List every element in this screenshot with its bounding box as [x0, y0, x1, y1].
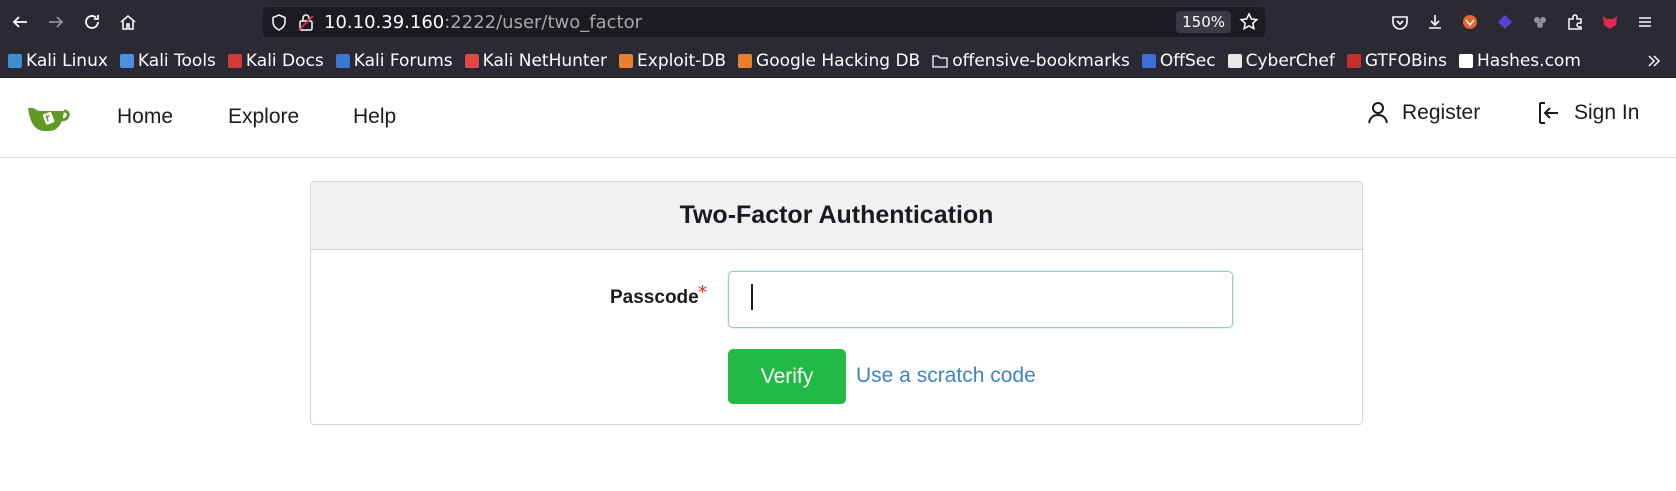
home-button[interactable]: [110, 4, 146, 40]
nav-home-link[interactable]: Home: [117, 105, 173, 129]
register-label: Register: [1402, 101, 1481, 124]
sign-in-label: Sign In: [1574, 101, 1640, 124]
required-asterisk: *: [698, 282, 707, 303]
fox-extension-icon: [1462, 15, 1477, 29]
bookmark-exploit-db[interactable]: Exploit-DB: [619, 51, 726, 71]
url-host: 10.10.39.160: [324, 12, 445, 33]
pocket-button[interactable]: [1382, 4, 1417, 40]
reload-button[interactable]: [74, 4, 110, 40]
pocket-icon: [1391, 16, 1408, 30]
bookmark-label: Kali Linux: [26, 50, 108, 71]
bookmark-label: CyberChef: [1245, 50, 1335, 71]
bookmark-favicon-icon: [335, 53, 350, 68]
hamburger-menu-icon: [1638, 17, 1651, 27]
bookmark-favicon-icon: [464, 53, 479, 68]
bookmarks-bar: Kali Linux Kali Tools Kali Docs Kali Forums…: [0, 44, 1676, 78]
bookmark-label: Kali Tools: [137, 50, 216, 71]
gitea-logo-icon[interactable]: [26, 103, 70, 133]
extension-purple-button[interactable]: [1487, 4, 1522, 40]
bookmark-label: Kali Docs: [245, 50, 324, 71]
bookmark-label: Kali NetHunter: [482, 50, 608, 71]
nav-explore-link[interactable]: Explore: [228, 105, 299, 129]
back-button[interactable]: [2, 4, 38, 40]
bookmark-label: offensive-bookmarks: [952, 50, 1130, 71]
passcode-input[interactable]: [728, 271, 1233, 328]
scratch-code-link[interactable]: Use a scratch code: [856, 364, 1036, 388]
user-icon: [1368, 102, 1388, 124]
extensions-button[interactable]: [1557, 4, 1592, 40]
chevron-double-right-icon[interactable]: [1646, 53, 1662, 69]
card-header: Two-Factor Authentication: [311, 182, 1362, 250]
red-fox-icon: [1602, 16, 1617, 29]
reload-icon: [85, 15, 99, 29]
gray-extension-icon: [1533, 17, 1546, 28]
url-path: :2222/user/two_factor: [444, 12, 643, 33]
bookmark-hashes-com[interactable]: Hashes.com: [1459, 51, 1581, 71]
bookmark-star-icon[interactable]: [1239, 12, 1259, 32]
bookmark-favicon-icon: [1459, 53, 1474, 68]
sign-in-icon: [1539, 102, 1558, 124]
bookmark-favicon-icon: [1227, 53, 1242, 68]
url-bar[interactable]: 10.10.39.160:2222/user/two_factor 150%: [263, 7, 1265, 37]
extension-red-button[interactable]: [1592, 4, 1627, 40]
bookmark-favicon-icon: [8, 53, 22, 68]
home-icon: [120, 14, 136, 30]
bookmark-label: Google Hacking DB: [756, 50, 921, 71]
arrow-right-icon: [49, 16, 64, 28]
bookmark-label: Kali Forums: [353, 50, 453, 71]
bookmark-label: Exploit-DB: [637, 50, 727, 71]
bookmark-label: Hashes.com: [1477, 50, 1581, 71]
browser-toolbar: 10.10.39.160:2222/user/two_factor 150%: [0, 0, 1676, 44]
arrow-left-icon: [12, 16, 27, 28]
passcode-label: Passcode: [610, 287, 699, 308]
purple-cube-icon: [1497, 15, 1512, 29]
bookmark-cyberchef[interactable]: CyberChef: [1227, 50, 1335, 71]
folder-icon: [932, 54, 948, 68]
bookmark-favicon-icon: [619, 53, 634, 68]
bookmark-offensive-bookmarks[interactable]: offensive-bookmarks: [932, 51, 1130, 71]
bookmark-gtfobins[interactable]: GTFOBins: [1346, 50, 1448, 71]
bookmark-favicon-icon: [738, 53, 753, 68]
bookmark-favicon-icon: [227, 53, 242, 68]
page-title: Two-Factor Authentication: [679, 201, 994, 229]
download-icon: [1428, 15, 1441, 29]
bookmark-offsec[interactable]: OffSec: [1141, 50, 1216, 71]
url-text[interactable]: 10.10.39.160:2222/user/two_factor: [324, 12, 642, 33]
bookmark-label: GTFOBins: [1364, 50, 1448, 71]
bookmark-kali-forums[interactable]: Kali Forums: [335, 50, 453, 71]
downloads-button[interactable]: [1417, 4, 1452, 40]
bookmark-kali-linux[interactable]: Kali Linux: [8, 51, 108, 71]
shield-icon[interactable]: [271, 14, 287, 31]
zoom-level-badge[interactable]: 150%: [1176, 11, 1231, 33]
bookmark-favicon-icon: [1141, 53, 1156, 68]
bookmark-kali-docs[interactable]: Kali Docs: [227, 50, 324, 71]
forward-button[interactable]: [38, 4, 74, 40]
extension-foxyproxy-button[interactable]: [1452, 4, 1487, 40]
bookmark-google-hacking-db[interactable]: Google Hacking DB: [738, 51, 920, 71]
verify-button[interactable]: Verify: [728, 349, 846, 404]
toolbar-extensions: [1382, 4, 1662, 40]
register-link[interactable]: Register: [1368, 101, 1480, 125]
bookmark-label: OffSec: [1159, 50, 1216, 71]
site-navbar: Home Explore Help Register Sign In: [0, 79, 1676, 158]
two-factor-card: Two-Factor Authentication Passcode * Ver…: [310, 181, 1363, 425]
sign-in-link[interactable]: Sign In: [1538, 101, 1639, 125]
bookmark-favicon-icon: [1346, 53, 1361, 68]
insecure-lock-icon[interactable]: [297, 13, 315, 32]
puzzle-icon: [1567, 14, 1582, 30]
bookmark-favicon-icon: [119, 53, 134, 68]
bookmark-kali-nethunter[interactable]: Kali NetHunter: [464, 50, 608, 71]
menu-button[interactable]: [1627, 4, 1662, 40]
text-cursor: [751, 284, 753, 310]
bookmark-kali-tools[interactable]: Kali Tools: [119, 50, 216, 71]
nav-help-link[interactable]: Help: [353, 105, 396, 129]
extension-puzzle-gray-button[interactable]: [1522, 4, 1557, 40]
